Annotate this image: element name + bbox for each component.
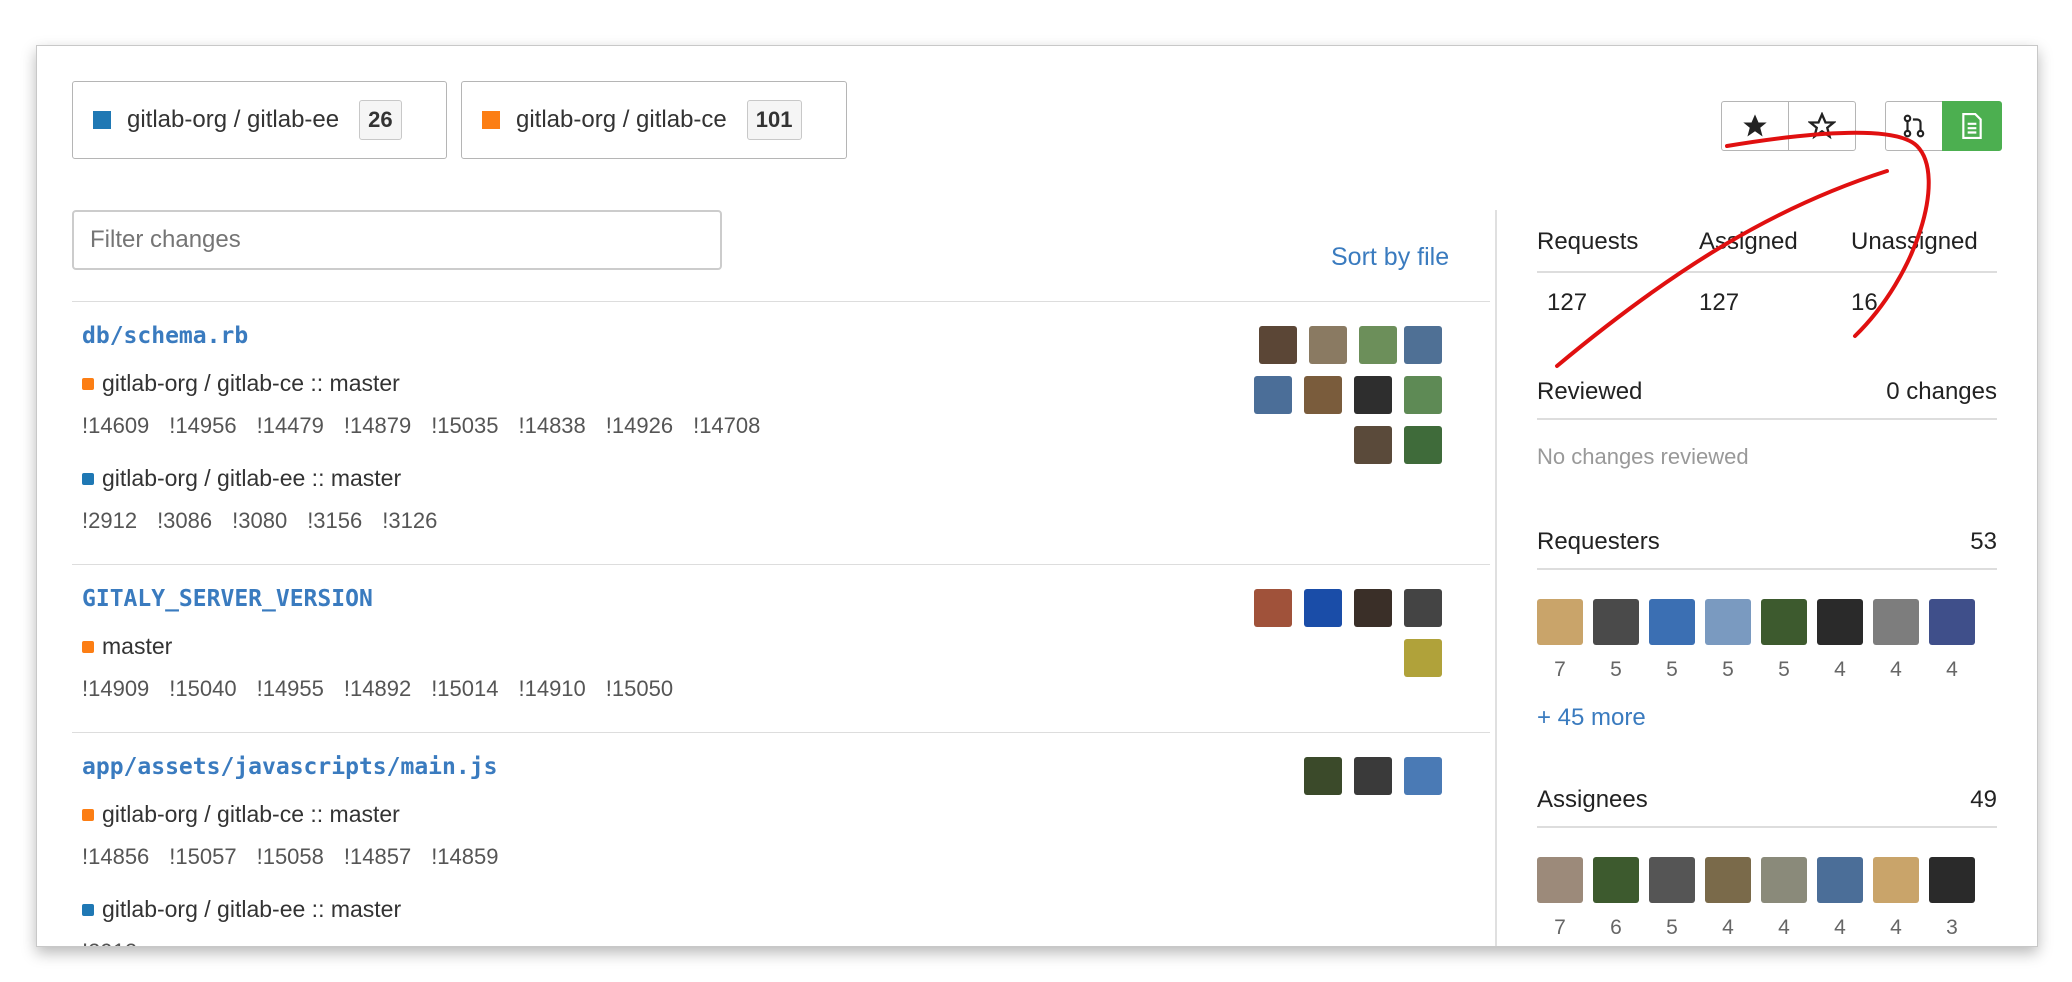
annotation-arrow	[1555, 130, 1931, 368]
app-window: gitlab-org / gitlab-ee 26 gitlab-org / g…	[36, 45, 2038, 947]
